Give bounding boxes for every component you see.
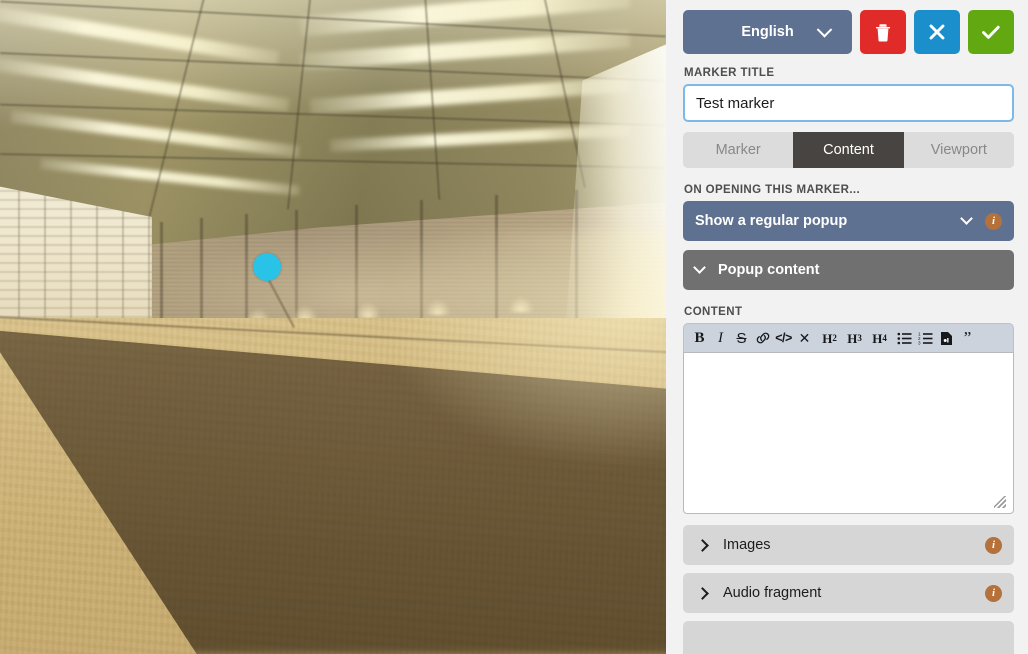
info-icon[interactable]: i <box>985 585 1002 602</box>
chevron-down-icon <box>693 261 706 274</box>
code-icon[interactable]: </> <box>774 327 793 350</box>
heading-4-icon[interactable]: H4 <box>870 327 889 350</box>
marker-hotspot[interactable] <box>253 253 281 281</box>
section-images[interactable]: Images i <box>683 525 1014 565</box>
editor-toolbar: B I S </> ✕ H2 H3 H4 <box>683 323 1014 352</box>
tab-content[interactable]: Content <box>793 132 903 168</box>
chevron-down-icon <box>817 22 833 38</box>
strikethrough-icon[interactable]: S <box>732 327 751 350</box>
language-select-label: English <box>741 24 793 40</box>
content-textarea[interactable] <box>683 352 1014 514</box>
content-label: CONTENT <box>684 306 1014 318</box>
close-x-icon <box>927 22 947 42</box>
section-audio-label: Audio fragment <box>723 585 821 601</box>
panorama-viewer[interactable] <box>0 0 666 654</box>
numbered-list-icon[interactable]: 1 2 3 <box>916 327 935 350</box>
chevron-down-icon <box>960 212 973 225</box>
heading-2-icon[interactable]: H2 <box>820 327 839 350</box>
clear-formatting-icon[interactable]: ✕ <box>795 327 814 350</box>
bullet-list-icon[interactable] <box>895 327 914 350</box>
italic-icon[interactable]: I <box>711 327 730 350</box>
rich-text-editor: B I S </> ✕ H2 H3 H4 <box>683 323 1014 511</box>
cancel-button[interactable] <box>914 10 960 54</box>
editor-tabs: Marker Content Viewport <box>683 132 1014 168</box>
on-opening-label: ON OPENING THIS MARKER... <box>684 184 1014 196</box>
checkmark-icon <box>980 22 1002 42</box>
svg-text:3: 3 <box>918 340 921 344</box>
chevron-right-icon <box>696 539 709 552</box>
popup-content-label: Popup content <box>718 262 820 278</box>
marker-title-label: MARKER TITLE <box>684 67 1014 79</box>
panorama-image[interactable] <box>0 0 666 654</box>
chevron-right-icon <box>696 587 709 600</box>
link-icon[interactable] <box>753 327 772 350</box>
section-next-collapsed[interactable] <box>683 621 1014 654</box>
marker-editor-screen: English MARKER <box>0 0 1028 654</box>
popup-content-accordion[interactable]: Popup content <box>683 250 1014 290</box>
sunlight-glow <box>376 230 666 470</box>
on-opening-selected-value: Show a regular popup <box>695 213 847 229</box>
on-opening-select[interactable]: Show a regular popup i <box>683 201 1014 241</box>
confirm-button[interactable] <box>968 10 1014 54</box>
tab-marker[interactable]: Marker <box>683 132 793 168</box>
marker-editor-panel: English MARKER <box>666 0 1028 654</box>
marker-title-input[interactable] <box>683 84 1014 122</box>
tab-viewport[interactable]: Viewport <box>904 132 1014 168</box>
info-icon[interactable]: i <box>985 537 1002 554</box>
section-audio-fragment[interactable]: Audio fragment i <box>683 573 1014 613</box>
delete-marker-button[interactable] <box>860 10 906 54</box>
language-select[interactable]: English <box>683 10 852 54</box>
bold-icon[interactable]: B <box>690 327 709 350</box>
heading-3-icon[interactable]: H3 <box>845 327 864 350</box>
insert-file-icon[interactable] <box>937 327 956 350</box>
editor-header-row: English <box>683 10 1014 54</box>
blockquote-icon[interactable]: ” <box>958 327 977 350</box>
info-icon[interactable]: i <box>985 213 1002 230</box>
trash-icon <box>874 22 892 42</box>
section-images-label: Images <box>723 537 771 553</box>
